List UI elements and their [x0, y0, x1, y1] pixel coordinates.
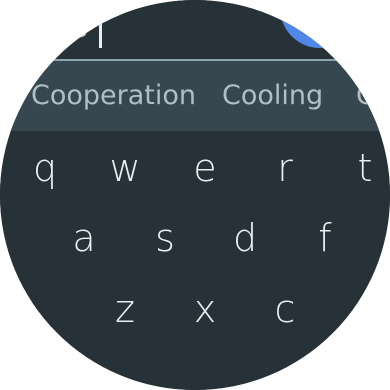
text-input-bar[interactable]: S	[0, 0, 390, 60]
input-value: S	[70, 10, 90, 45]
key-z[interactable]: z	[95, 274, 155, 344]
key-r[interactable]: r	[255, 133, 315, 203]
key-d[interactable]: d	[215, 203, 275, 273]
watch-screen: S Cooperation Cooling C q w e r t a s d …	[0, 0, 390, 390]
key-q[interactable]: q	[15, 133, 75, 203]
key-t[interactable]: t	[335, 133, 390, 203]
key-a[interactable]: a	[54, 203, 114, 273]
suggestion-partial[interactable]: C	[356, 78, 375, 114]
keyboard: q w e r t a s d f z x c	[0, 131, 390, 390]
key-x[interactable]: x	[175, 274, 235, 344]
key-w[interactable]: w	[95, 133, 155, 203]
key-e[interactable]: e	[175, 133, 235, 203]
suggestion-cooling[interactable]: Cooling	[222, 78, 323, 114]
text-cursor	[99, 18, 102, 48]
key-c[interactable]: c	[255, 274, 315, 344]
key-s[interactable]: s	[135, 203, 195, 273]
suggestion-cooperation[interactable]: Cooperation	[31, 78, 196, 114]
send-button[interactable]	[280, 0, 360, 48]
suggestion-strip: Cooperation Cooling C	[0, 61, 390, 131]
key-f[interactable]: f	[295, 203, 355, 273]
input-text[interactable]: S	[70, 10, 89, 46]
